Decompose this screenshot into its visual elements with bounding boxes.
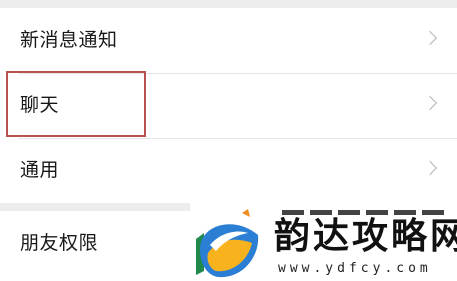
watermark-decoration xyxy=(282,210,444,215)
settings-item-new-message-notification[interactable]: 新消息通知 xyxy=(0,8,457,73)
chevron-right-icon xyxy=(422,30,438,46)
watermark-title: 韵达攻略网 xyxy=(274,216,457,257)
highlight-annotation-box xyxy=(6,71,146,137)
site-watermark: 韵达攻略网 www.ydfcy.com xyxy=(190,203,457,281)
chevron-right-icon xyxy=(422,95,438,111)
watermark-logo-icon xyxy=(196,209,259,278)
settings-item-label: 新消息通知 xyxy=(20,29,118,51)
settings-item-general[interactable]: 通用 xyxy=(0,138,457,203)
settings-item-label: 通用 xyxy=(20,159,60,181)
settings-item-label: 朋友权限 xyxy=(20,232,99,254)
watermark-url: www.ydfcy.com xyxy=(278,261,432,276)
chevron-right-icon xyxy=(422,160,438,176)
settings-screen: 新消息通知 聊天 通用 朋友权限 韵达攻略网 www.ydfcy.com xyxy=(0,0,457,281)
